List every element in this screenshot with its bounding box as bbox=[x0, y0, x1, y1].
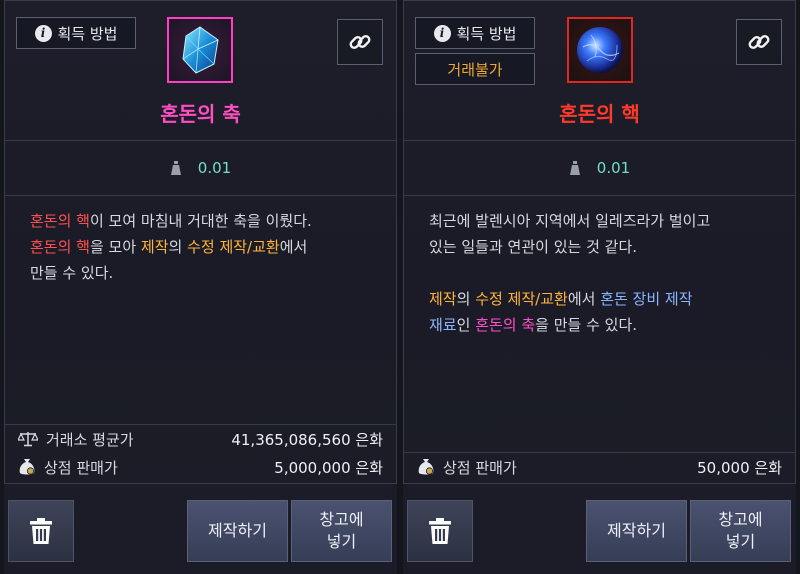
weight-value: 0.01 bbox=[197, 159, 232, 177]
price-list: 거래소 평균가 41,365,086,560 은화상점 판매가 5,000,000 … bbox=[4, 424, 397, 481]
scales-icon bbox=[18, 431, 38, 447]
price-value: 50,000 은화 bbox=[697, 458, 782, 477]
description-text: 이 모여 마침내 거대한 축을 이뤘다. bbox=[89, 212, 312, 230]
highlighted-term: 혼돈의 축 bbox=[475, 316, 536, 334]
item-description: 혼돈의 핵이 모여 마침내 거대한 축을 이뤘다. 혼돈의 핵을 모아 제작의 수… bbox=[30, 208, 375, 286]
delete-button[interactable] bbox=[8, 500, 74, 562]
price-label-group: 상점 판매가 bbox=[417, 457, 517, 478]
trash-icon bbox=[429, 518, 451, 544]
item-tooltip-chaos-axis: i 획득 방법 혼돈의 축 0.01 혼돈의 핵이 모여 마침내 거대한 축을 … bbox=[4, 0, 397, 574]
highlighted-term: 혼돈의 핵 bbox=[30, 238, 90, 256]
price-list: 상점 판매가 50,000 은화 bbox=[403, 452, 796, 481]
price-value: 5,000,000 은화 bbox=[274, 458, 383, 477]
store-in-warehouse-button[interactable]: 창고에 넣기 bbox=[291, 500, 392, 562]
acquisition-method-button[interactable]: i 획득 방법 bbox=[415, 17, 535, 49]
info-icon: i bbox=[34, 24, 52, 42]
description-text: 최근에 발렌시아 지역에서 일레즈라가 벌이고 bbox=[429, 212, 711, 230]
link-icon bbox=[748, 35, 770, 49]
item-name: 혼돈의 핵 bbox=[559, 102, 640, 126]
info-icon: i bbox=[433, 24, 451, 42]
price-label-group: 상점 판매가 bbox=[18, 457, 118, 478]
description-line: 재료인 혼돈의 축을 만들 수 있다. bbox=[429, 312, 774, 338]
description-line: 제작의 수정 제작/교환에서 혼돈 장비 제작 bbox=[429, 286, 774, 312]
price-label: 상점 판매가 bbox=[443, 458, 517, 477]
weight-row: 0.01 bbox=[4, 141, 397, 196]
price-row: 상점 판매가 50,000 은화 bbox=[403, 453, 796, 481]
description-text: 에서 bbox=[279, 238, 308, 256]
acquisition-method-label: 획득 방법 bbox=[456, 24, 517, 43]
item-icon-chaos-core bbox=[567, 17, 633, 83]
weight-row: 0.01 bbox=[403, 141, 796, 196]
trash-icon bbox=[30, 518, 52, 544]
acquisition-method-label: 획득 방법 bbox=[57, 24, 118, 43]
craft-button[interactable]: 제작하기 bbox=[586, 500, 687, 562]
description-text: 의 bbox=[168, 238, 188, 256]
price-label: 거래소 평균가 bbox=[46, 430, 134, 449]
orb-icon bbox=[577, 27, 623, 73]
link-button[interactable] bbox=[736, 19, 782, 65]
description-line: 혼돈의 핵을 모아 제작의 수정 제작/교환에서 bbox=[30, 234, 375, 260]
weight-icon bbox=[170, 161, 181, 175]
description-text: 에서 bbox=[567, 290, 601, 308]
highlighted-term: 제작 bbox=[140, 238, 169, 256]
price-row: 거래소 평균가 41,365,086,560 은화 bbox=[4, 425, 397, 453]
item-icon-chaos-axis bbox=[167, 17, 233, 83]
description-line: 있는 일들과 연관이 있는 것 같다. bbox=[429, 234, 774, 260]
description-text: 만들 수 있다. bbox=[30, 264, 114, 282]
highlighted-term: 제작 bbox=[429, 290, 457, 308]
highlighted-term: 재료 bbox=[429, 316, 457, 334]
money-bag-icon bbox=[18, 458, 36, 476]
link-button[interactable] bbox=[337, 19, 383, 65]
description-text: 의 bbox=[456, 290, 476, 308]
description-line: 만들 수 있다. bbox=[30, 260, 375, 286]
highlighted-term: 혼돈의 핵 bbox=[30, 212, 90, 230]
item-description: 최근에 발렌시아 지역에서 일레즈라가 벌이고있는 일들과 연관이 있는 것 같… bbox=[429, 208, 774, 338]
acquisition-method-button[interactable]: i 획득 방법 bbox=[16, 17, 136, 49]
price-row: 상점 판매가 5,000,000 은화 bbox=[4, 453, 397, 481]
delete-button[interactable] bbox=[407, 500, 473, 562]
link-icon bbox=[349, 35, 371, 49]
item-name: 혼돈의 축 bbox=[160, 102, 241, 126]
highlighted-term: 수정 제작/교환 bbox=[475, 290, 568, 308]
description-text: 있는 일들과 연관이 있는 것 같다. bbox=[429, 238, 638, 256]
description-text: 을 만들 수 있다. bbox=[535, 316, 638, 334]
weight-icon bbox=[569, 161, 580, 175]
price-label-group: 거래소 평균가 bbox=[18, 429, 134, 450]
untradable-badge: 거래불가 bbox=[415, 53, 535, 85]
store-in-warehouse-button[interactable]: 창고에 넣기 bbox=[690, 500, 791, 562]
highlighted-term: 수정 제작/교환 bbox=[187, 238, 280, 256]
item-header: i 획득 방법 혼돈의 축 bbox=[4, 0, 397, 141]
item-tooltip-chaos-core: i 획득 방법 거래불가 혼돈의 핵 0.01 최근에 발렌시아 지역에서 일레… bbox=[403, 0, 796, 574]
description-text: 을 모아 bbox=[89, 238, 141, 256]
highlighted-term: 혼돈 장비 제작 bbox=[600, 290, 693, 308]
crystal-icon bbox=[182, 26, 219, 74]
craft-button[interactable]: 제작하기 bbox=[187, 500, 288, 562]
price-value: 41,365,086,560 은화 bbox=[231, 430, 383, 449]
description-text: 인 bbox=[456, 316, 476, 334]
weight-value: 0.01 bbox=[596, 159, 631, 177]
description-line bbox=[429, 260, 774, 286]
money-bag-icon bbox=[417, 458, 435, 476]
description-line: 혼돈의 핵이 모여 마침내 거대한 축을 이뤘다. bbox=[30, 208, 375, 234]
description-line: 최근에 발렌시아 지역에서 일레즈라가 벌이고 bbox=[429, 208, 774, 234]
price-label: 상점 판매가 bbox=[44, 458, 118, 477]
item-header: i 획득 방법 거래불가 혼돈의 핵 bbox=[403, 0, 796, 141]
